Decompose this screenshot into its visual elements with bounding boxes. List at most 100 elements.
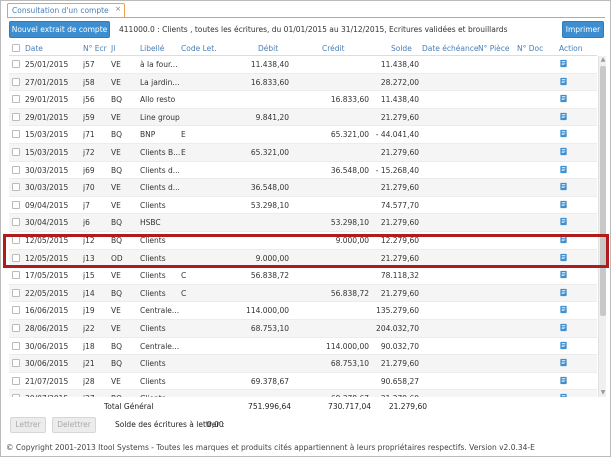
edit-entry-icon[interactable] xyxy=(559,305,568,314)
edit-entry-icon[interactable] xyxy=(559,253,568,262)
row-checkbox[interactable] xyxy=(12,341,20,350)
table-row[interactable]: 17/05/2015 j15 VE Clients C 56.838,72 78.118,3… xyxy=(9,267,597,285)
edit-entry-icon[interactable] xyxy=(559,94,568,103)
cell-libelle: Clients xyxy=(140,376,166,386)
cell-libelle: Centrale... xyxy=(140,306,180,316)
col-date[interactable]: Date xyxy=(25,44,43,53)
cell-ecr: j72 xyxy=(83,148,95,157)
row-checkbox[interactable] xyxy=(12,236,20,244)
edit-entry-icon[interactable] xyxy=(559,341,568,350)
col-action[interactable]: Action xyxy=(559,44,583,53)
row-checkbox[interactable] xyxy=(12,271,20,280)
lettrer-button[interactable]: Lettrer xyxy=(10,417,46,433)
cell-date: 25/01/2015 xyxy=(25,60,69,69)
edit-entry-icon[interactable] xyxy=(559,376,568,385)
table-row[interactable]: 25/01/2015 j57 VE à la four... 11.438,40 11.4… xyxy=(9,56,597,74)
delettrer-button[interactable]: Delettrer xyxy=(52,417,96,433)
new-extract-button[interactable]: Nouvel extrait de compte xyxy=(9,21,110,38)
cell-date: 12/05/2015 xyxy=(25,253,69,263)
table-row[interactable]: 30/03/2015 j69 BQ Clients d... 36.548,00- 15… xyxy=(9,162,597,180)
row-checkbox[interactable] xyxy=(12,77,20,86)
entries-grid: Date N° Ecr Jl Libellé Code Let. Débit C… xyxy=(9,41,597,397)
edit-entry-icon[interactable] xyxy=(559,270,568,279)
row-checkbox[interactable] xyxy=(12,148,20,156)
row-checkbox[interactable] xyxy=(12,200,20,209)
table-row[interactable]: 29/01/2015 j59 VE Line group 9.841,20 21.279,… xyxy=(9,108,597,127)
row-checkbox[interactable] xyxy=(12,112,20,121)
table-row[interactable]: 16/06/2015 j19 VE Centrale... 114.000,00 135.… xyxy=(9,302,597,320)
col-solde[interactable]: Solde xyxy=(391,44,412,53)
edit-entry-icon[interactable] xyxy=(559,77,568,86)
col-echeance[interactable]: Date échéance xyxy=(422,44,479,53)
col-ecr[interactable]: N° Ecr xyxy=(83,44,107,53)
scroll-down-icon[interactable]: ▼ xyxy=(599,389,607,397)
row-checkbox[interactable] xyxy=(12,253,20,262)
table-row[interactable]: 21/07/2015 j28 VE Clients 69.378,67 90.658,27 xyxy=(9,373,597,391)
row-checkbox[interactable] xyxy=(12,376,20,385)
row-checkbox[interactable] xyxy=(12,306,20,315)
tab-consultation-compte[interactable]: Consultation d'un compte × xyxy=(7,3,125,17)
cell-jl: VE xyxy=(111,60,121,69)
col-credit[interactable]: Crédit xyxy=(322,44,345,53)
table-row[interactable]: 15/03/2015 j71 BQ BNP E 65.321,00- 44.041,40 xyxy=(9,126,597,144)
close-icon[interactable]: × xyxy=(115,5,121,13)
col-doc[interactable]: N° Doc xyxy=(517,44,543,53)
edit-entry-icon[interactable] xyxy=(559,147,568,156)
table-row[interactable]: 15/03/2015 j72 VE Clients B... E 65.321,00 21.… xyxy=(9,144,597,162)
row-checkbox[interactable] xyxy=(12,130,20,139)
cell-libelle: Clients xyxy=(140,324,166,333)
table-row[interactable]: 30/06/2015 j21 BQ Clients 68.753,10 21.279,60 xyxy=(9,355,597,373)
edit-entry-icon[interactable] xyxy=(559,323,568,332)
scroll-thumb[interactable] xyxy=(600,66,606,316)
table-row[interactable]: 29/01/2015 j56 BQ Allo resto 16.833,60 11.438… xyxy=(9,91,597,109)
edit-entry-icon[interactable] xyxy=(559,393,568,397)
print-button[interactable]: Imprimer xyxy=(562,21,604,38)
row-checkbox[interactable] xyxy=(12,359,20,368)
col-jl[interactable]: Jl xyxy=(111,44,115,53)
edit-entry-icon[interactable] xyxy=(559,217,568,226)
edit-entry-icon[interactable] xyxy=(559,200,568,209)
table-row[interactable]: 30/07/2015j27BQClients69.378,6721.279,60 xyxy=(9,390,597,397)
row-checkbox[interactable] xyxy=(12,324,20,332)
edit-entry-icon[interactable] xyxy=(559,112,568,121)
edit-entry-icon[interactable] xyxy=(559,288,568,297)
col-debit[interactable]: Débit xyxy=(258,44,278,53)
cell-date: 15/03/2015 xyxy=(25,130,69,140)
cell-date: 16/06/2015 xyxy=(25,306,69,316)
vertical-scrollbar[interactable]: ▲ ▼ xyxy=(598,56,606,397)
table-row[interactable]: 12/05/2015 j13 OD Clients 9.000,00 21.279,60 xyxy=(9,249,597,268)
cell-date: 29/01/2015 xyxy=(25,95,69,105)
col-piece[interactable]: N° Pièce xyxy=(478,44,510,53)
edit-entry-icon[interactable] xyxy=(559,358,568,367)
edit-entry-icon[interactable] xyxy=(559,129,568,138)
col-libelle[interactable]: Libellé xyxy=(140,44,164,53)
row-checkbox[interactable] xyxy=(12,288,20,297)
table-row[interactable]: 12/05/2015 j12 BQ Clients 9.000,00 12.279,60 xyxy=(9,232,597,250)
table-row[interactable]: 30/04/2015 j6 BQ HSBC 53.298,10 21.279,60 xyxy=(9,214,597,232)
cell-jl: BQ xyxy=(111,130,123,140)
cell-code-let: E xyxy=(181,130,186,140)
select-all-checkbox[interactable] xyxy=(12,44,20,52)
scroll-up-icon[interactable]: ▲ xyxy=(599,56,607,64)
edit-entry-icon[interactable] xyxy=(559,182,568,191)
table-row[interactable]: 28/06/2015 j22 VE Clients 68.753,10 204.032,7… xyxy=(9,320,597,338)
cell-ecr: j15 xyxy=(83,271,95,281)
row-checkbox[interactable] xyxy=(12,60,20,68)
edit-entry-icon[interactable] xyxy=(559,165,568,174)
edit-entry-icon[interactable] xyxy=(559,59,568,68)
table-row[interactable]: 30/06/2015 j18 BQ Centrale... 114.000,00 90.0… xyxy=(9,338,597,356)
row-checkbox[interactable] xyxy=(12,218,20,227)
row-checkbox[interactable] xyxy=(12,183,20,192)
row-checkbox[interactable] xyxy=(12,165,20,174)
cell-ecr: j18 xyxy=(83,341,95,351)
row-checkbox[interactable] xyxy=(12,394,20,397)
edit-entry-icon[interactable] xyxy=(559,235,568,244)
table-row[interactable]: 09/04/2015 j7 VE Clients 53.298,10 74.577,70 xyxy=(9,197,597,215)
table-row[interactable]: 27/01/2015 j58 VE La jardin... 16.833,60 28.2… xyxy=(9,73,597,92)
table-row[interactable]: 22/05/2015 j14 BQ Clients C 56.838,72 21.279,6… xyxy=(9,284,597,303)
cell-ecr: j27 xyxy=(83,394,109,397)
cell-ecr: j56 xyxy=(83,95,95,105)
row-checkbox[interactable] xyxy=(12,95,20,104)
col-code-let[interactable]: Code Let. xyxy=(181,44,217,53)
table-row[interactable]: 30/03/2015 j70 VE Clients d... 36.548,00 21.2… xyxy=(9,179,597,197)
